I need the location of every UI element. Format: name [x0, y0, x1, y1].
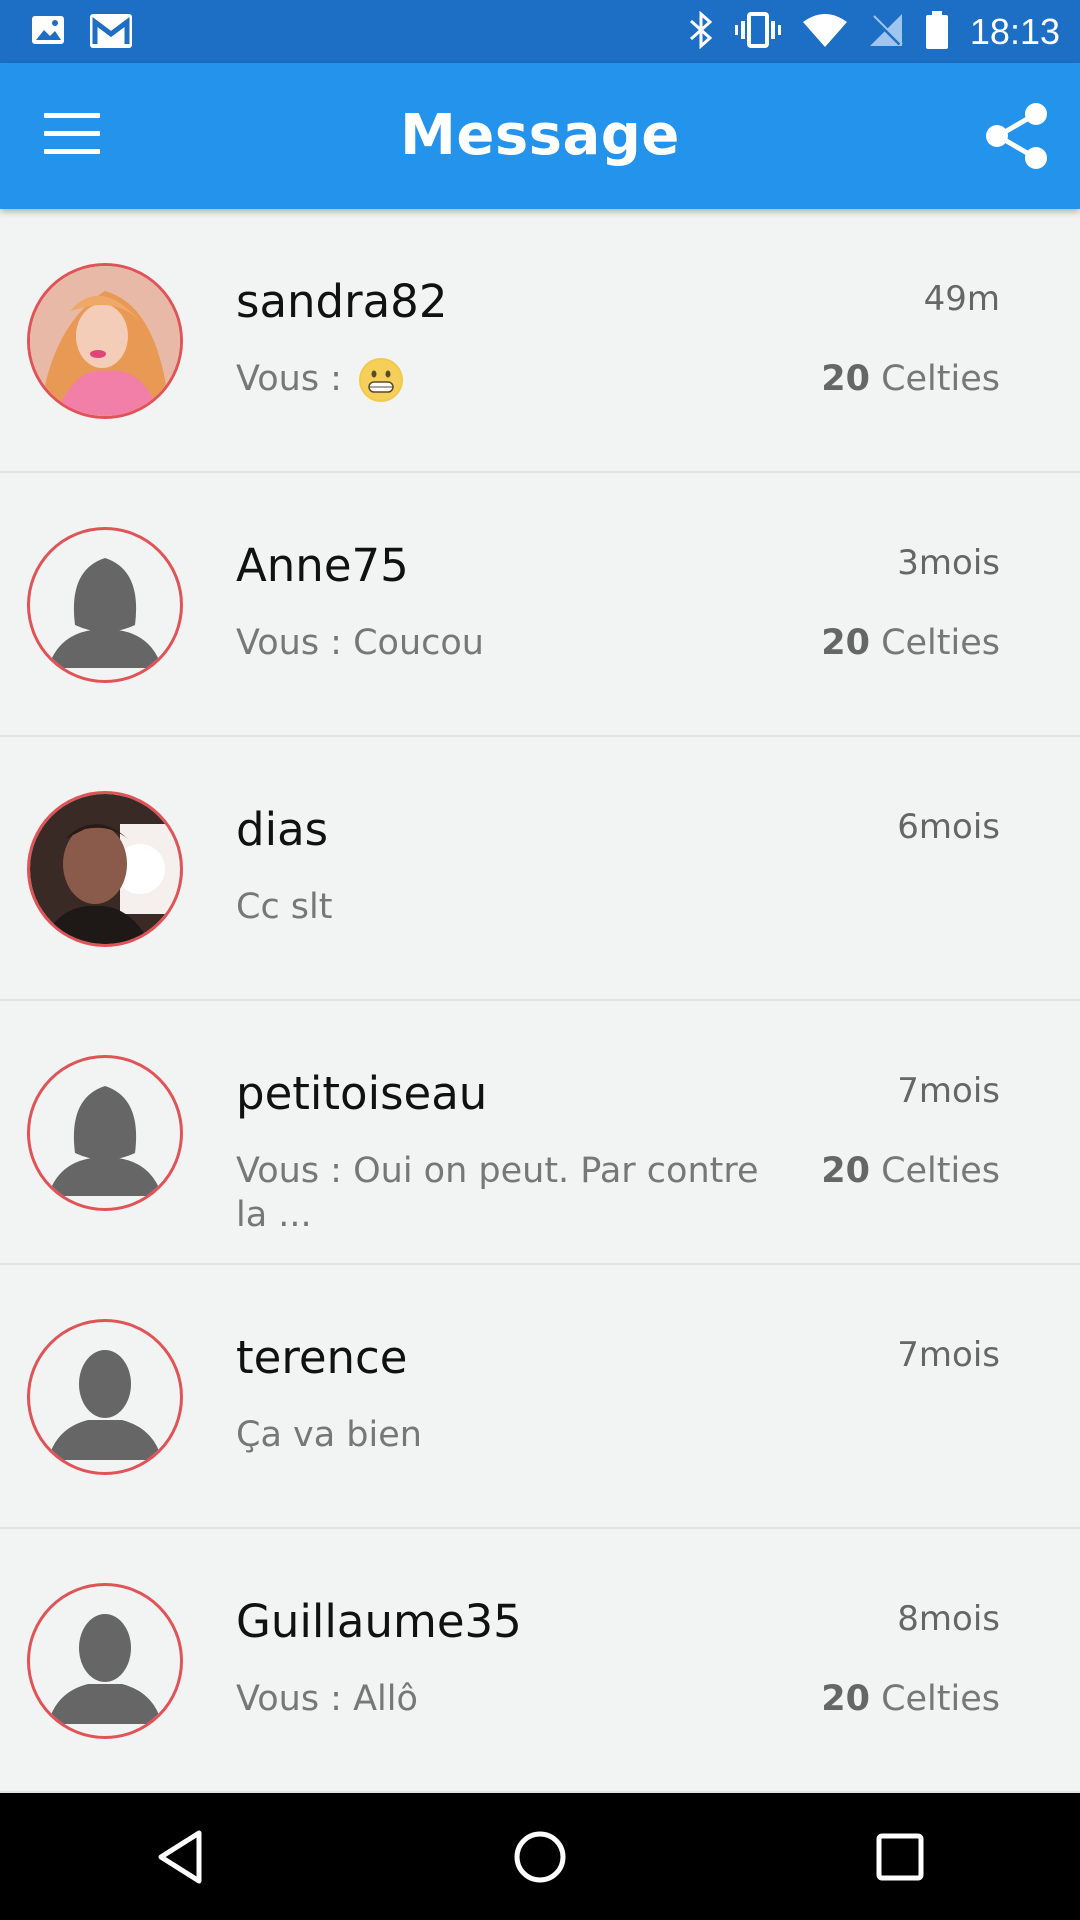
message-preview: Vous : Oui on peut. Par contre la ...: [236, 1151, 759, 1235]
male-silhouette-icon: [48, 1350, 162, 1460]
credits-label: 20 Celties: [821, 357, 1000, 401]
bluetooth-icon: [688, 10, 714, 53]
credits-value: 20: [821, 1679, 870, 1719]
page-title: Message: [400, 103, 680, 168]
message-time: 7mois: [897, 1071, 1000, 1111]
message-preview: Vous :: [236, 357, 796, 402]
credits-unit: Celties: [881, 359, 1000, 399]
credits-value: 20: [821, 1151, 870, 1191]
credits-unit: Celties: [881, 1151, 1000, 1191]
back-icon[interactable]: [140, 1817, 220, 1897]
credits-value: 20: [821, 359, 870, 399]
female-silhouette-icon: [48, 558, 162, 668]
conversation-row[interactable]: petitoiseau 7mois Vous : Oui on peut. Pa…: [0, 1001, 1080, 1265]
conversation-row[interactable]: Guillaume35 8mois Vous : Allô 20 Celties: [0, 1529, 1080, 1793]
avatar: [27, 1319, 183, 1475]
message-preview: Ça va bien: [236, 1415, 422, 1455]
male-silhouette-icon: [48, 1614, 162, 1724]
contact-name: terence: [236, 1331, 408, 1384]
contact-name: Anne75: [236, 539, 409, 592]
preview-text: Vous :: [236, 359, 354, 399]
navigation-bar: [0, 1793, 1080, 1920]
app-bar: Message: [0, 63, 1080, 209]
contact-name: sandra82: [236, 275, 448, 328]
contact-name: Guillaume35: [236, 1595, 522, 1648]
avatar: [27, 791, 183, 947]
conversation-list: sandra82 49m Vous : 20 Celties Anne75 3m…: [0, 209, 1080, 1793]
conversation-row[interactable]: sandra82 49m Vous : 20 Celties: [0, 209, 1080, 473]
credits-unit: Celties: [881, 623, 1000, 663]
conversation-row[interactable]: dias 6mois Cc slt: [0, 737, 1080, 1001]
contact-name: petitoiseau: [236, 1067, 488, 1120]
image-icon: [30, 12, 66, 54]
conversation-row[interactable]: Anne75 3mois Vous : Coucou 20 Celties: [0, 473, 1080, 737]
credits-value: 20: [821, 623, 870, 663]
avatar: [27, 1583, 183, 1739]
user-photo: [30, 266, 180, 416]
female-silhouette-icon: [48, 1086, 162, 1196]
credits-label: 20 Celties: [821, 621, 1000, 665]
battery-icon: [924, 10, 950, 54]
message-time: 8mois: [897, 1599, 1000, 1639]
wifi-icon: [802, 12, 848, 52]
message-time: 3mois: [897, 543, 1000, 583]
status-time: 18:13: [969, 10, 1060, 52]
vibrate-icon: [734, 11, 782, 53]
message-preview: Vous : Allô: [236, 1679, 418, 1719]
avatar: [27, 263, 183, 419]
message-time: 7mois: [897, 1335, 1000, 1375]
status-bar: 18:13: [0, 0, 1080, 63]
credits-label: 20 Celties: [821, 1149, 1000, 1193]
message-time: 6mois: [897, 807, 1000, 847]
message-time: 49m: [923, 279, 1000, 319]
user-photo: [30, 794, 180, 944]
no-sim-icon: [868, 12, 904, 52]
message-preview: Vous : Coucou: [236, 623, 484, 663]
credits-unit: Celties: [881, 1679, 1000, 1719]
home-icon[interactable]: [500, 1817, 580, 1897]
grinning-emoji-icon: [359, 358, 404, 402]
avatar: [27, 1055, 183, 1211]
recents-icon[interactable]: [860, 1817, 940, 1897]
contact-name: dias: [236, 803, 329, 856]
credits-label: 20 Celties: [821, 1677, 1000, 1721]
share-icon[interactable]: [982, 101, 1052, 171]
gmail-icon: [88, 12, 134, 54]
avatar: [27, 527, 183, 683]
conversation-row[interactable]: terence 7mois Ça va bien: [0, 1265, 1080, 1529]
message-preview: Cc slt: [236, 887, 333, 927]
